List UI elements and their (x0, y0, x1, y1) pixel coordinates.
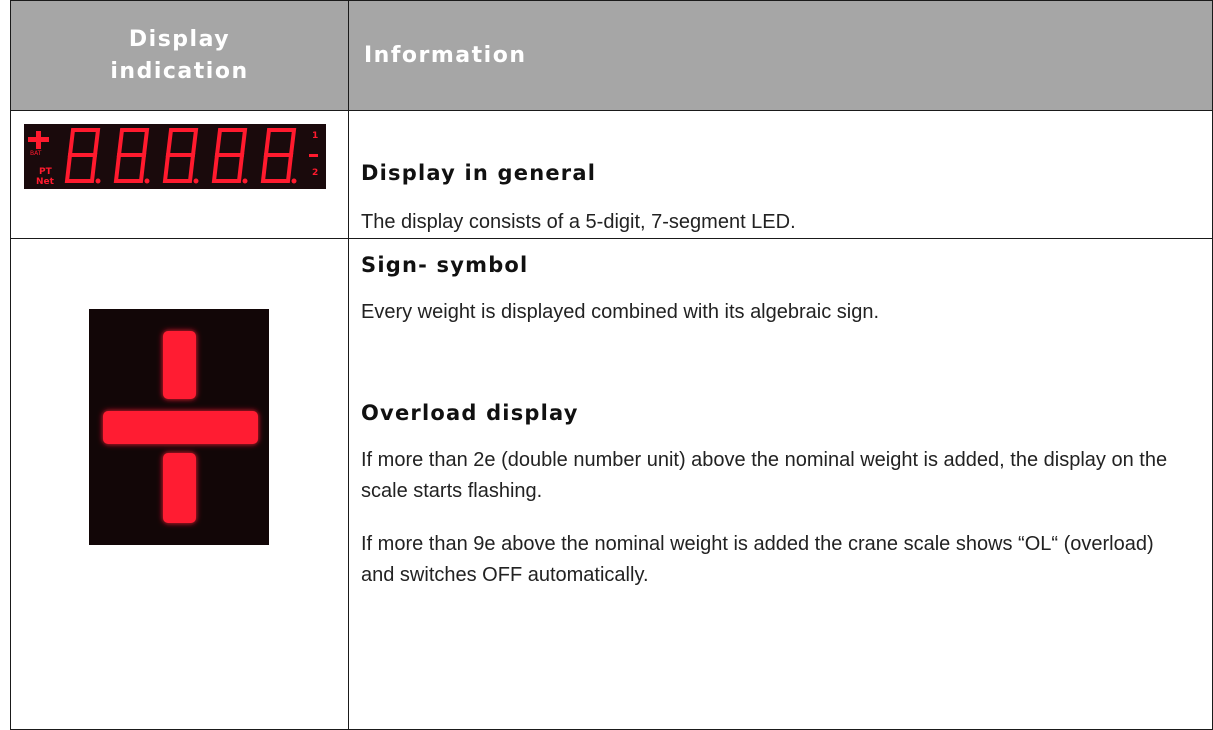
table-header-row: Display indication Information (10, 0, 1213, 111)
seven-segment-led-display-image: BAT PT Net 1 2 (24, 124, 326, 189)
section-paragraph: If more than 9e above the nominal weight… (361, 533, 1154, 586)
info-cell: Sign- symbol Every weight is displayed c… (348, 238, 1213, 730)
led-label-1: 1 (312, 131, 318, 141)
table-row: BAT PT Net 1 2 Display in general The di… (10, 110, 1213, 239)
section-paragraph: If more than 2e (double number unit) abo… (361, 449, 1168, 502)
red-plus-sign-image (89, 309, 269, 545)
header-display-indication: Display indication (10, 0, 349, 111)
section-heading: Overload display (361, 401, 579, 425)
section-heading: Display in general (361, 161, 597, 185)
display-info-table: Display indication Information BAT PT Ne… (10, 0, 1213, 730)
image-cell (10, 238, 349, 730)
led-decimal-point (144, 178, 150, 184)
led-decimal-point (291, 178, 297, 184)
header-col1-line2: indication (110, 58, 249, 84)
image-cell: BAT PT Net 1 2 (10, 110, 349, 239)
section-paragraph: Every weight is displayed combined with … (361, 301, 880, 323)
section-paragraph: The display consists of a 5-digit, 7-seg… (361, 211, 796, 233)
led-label-pt: PT (39, 167, 53, 177)
section-heading: Sign- symbol (361, 253, 529, 277)
header-information: Information (348, 0, 1213, 111)
led-decimal-point (242, 178, 248, 184)
led-label-net: Net (36, 177, 55, 187)
info-cell: Display in general The display consists … (348, 110, 1213, 239)
led-label-2: 2 (312, 168, 318, 178)
header-col1-line1: Display (128, 26, 231, 52)
table-row: Sign- symbol Every weight is displayed c… (10, 238, 1213, 730)
led-decimal-point (95, 178, 101, 184)
led-decimal-point (193, 178, 199, 184)
svg-text:BAT: BAT (30, 150, 42, 157)
